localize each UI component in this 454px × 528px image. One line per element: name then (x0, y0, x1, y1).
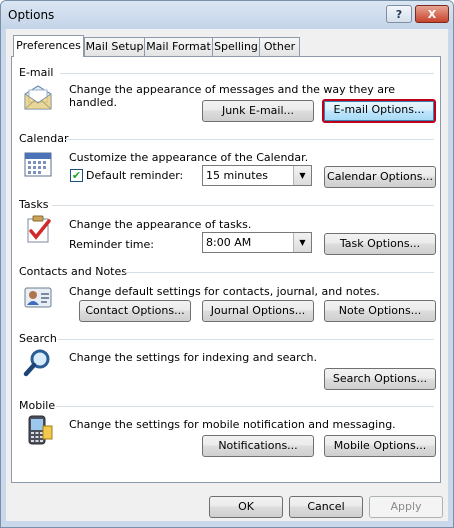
default-reminder-checkbox[interactable]: ✔ (70, 169, 83, 182)
section-title-tasks: Tasks (19, 198, 49, 211)
envelope-icon (24, 85, 52, 110)
reminder-time-value: 8:00 AM (206, 236, 252, 249)
task-options-button[interactable]: Task Options... (324, 233, 436, 255)
mobile-options-button[interactable]: Mobile Options... (324, 435, 436, 457)
contacts-description: Change default settings for contacts, jo… (69, 285, 380, 298)
tab-mail-setup[interactable]: Mail Setup (84, 37, 145, 56)
calendar-description: Customize the appearance of the Calendar… (69, 151, 309, 164)
default-reminder-select[interactable]: 15 minutes ▼ (202, 165, 312, 186)
section-title-email: E-mail (19, 66, 54, 79)
mobile-device-icon (28, 415, 53, 445)
reminder-time-select[interactable]: 8:00 AM ▼ (202, 232, 312, 253)
chevron-down-icon[interactable]: ▼ (293, 166, 311, 185)
divider (56, 406, 434, 407)
section-title-calendar: Calendar (19, 132, 69, 145)
section-title-mobile: Mobile (19, 399, 56, 412)
junk-email-button[interactable]: Junk E-mail... (202, 100, 314, 122)
apply-button[interactable]: Apply (369, 496, 443, 518)
section-title-contacts: Contacts and Notes (19, 265, 127, 278)
section-title-search: Search (19, 332, 57, 345)
help-button[interactable]: ? (386, 5, 412, 23)
divider (58, 339, 434, 340)
default-reminder-label: Default reminder: (86, 169, 184, 182)
title-bar[interactable]: Options ? X (1, 1, 453, 29)
dialog-body: Preferences Mail Setup Mail Format Spell… (6, 29, 448, 521)
clipboard-check-icon (27, 215, 51, 243)
mobile-description: Change the settings for mobile notificat… (69, 418, 396, 431)
note-options-button[interactable]: Note Options... (324, 300, 436, 322)
magnifier-icon (23, 349, 50, 377)
calendar-icon (24, 152, 52, 177)
ok-button[interactable]: OK (209, 496, 283, 518)
notifications-button[interactable]: Notifications... (202, 435, 314, 457)
email-options-button[interactable]: E-mail Options... (322, 99, 436, 123)
close-button[interactable]: X (415, 5, 449, 23)
contact-options-button[interactable]: Contact Options... (79, 300, 191, 322)
tab-mail-format[interactable]: Mail Format (144, 37, 213, 56)
divider (125, 272, 434, 273)
tab-other[interactable]: Other (259, 37, 300, 56)
cancel-button[interactable]: Cancel (289, 496, 363, 518)
tasks-description: Change the appearance of tasks. (69, 218, 252, 231)
divider (60, 73, 434, 74)
contact-card-icon (24, 287, 52, 308)
search-description: Change the settings for indexing and sea… (69, 351, 317, 364)
tab-preferences[interactable]: Preferences (13, 35, 84, 57)
default-reminder-value: 15 minutes (206, 169, 269, 182)
options-dialog: Options ? X Preferences Mail Setup Mail … (0, 0, 454, 528)
search-options-button[interactable]: Search Options... (324, 368, 436, 390)
journal-options-button[interactable]: Journal Options... (202, 300, 314, 322)
tab-spelling[interactable]: Spelling (212, 37, 260, 56)
reminder-time-label: Reminder time: (69, 238, 154, 251)
calendar-options-button[interactable]: Calendar Options... (324, 166, 436, 188)
preferences-panel: E-mail Change the appearance of messages… (11, 56, 441, 483)
divider (52, 205, 434, 206)
window-title: Options (8, 8, 55, 22)
chevron-down-icon[interactable]: ▼ (293, 233, 311, 252)
divider (65, 139, 434, 140)
